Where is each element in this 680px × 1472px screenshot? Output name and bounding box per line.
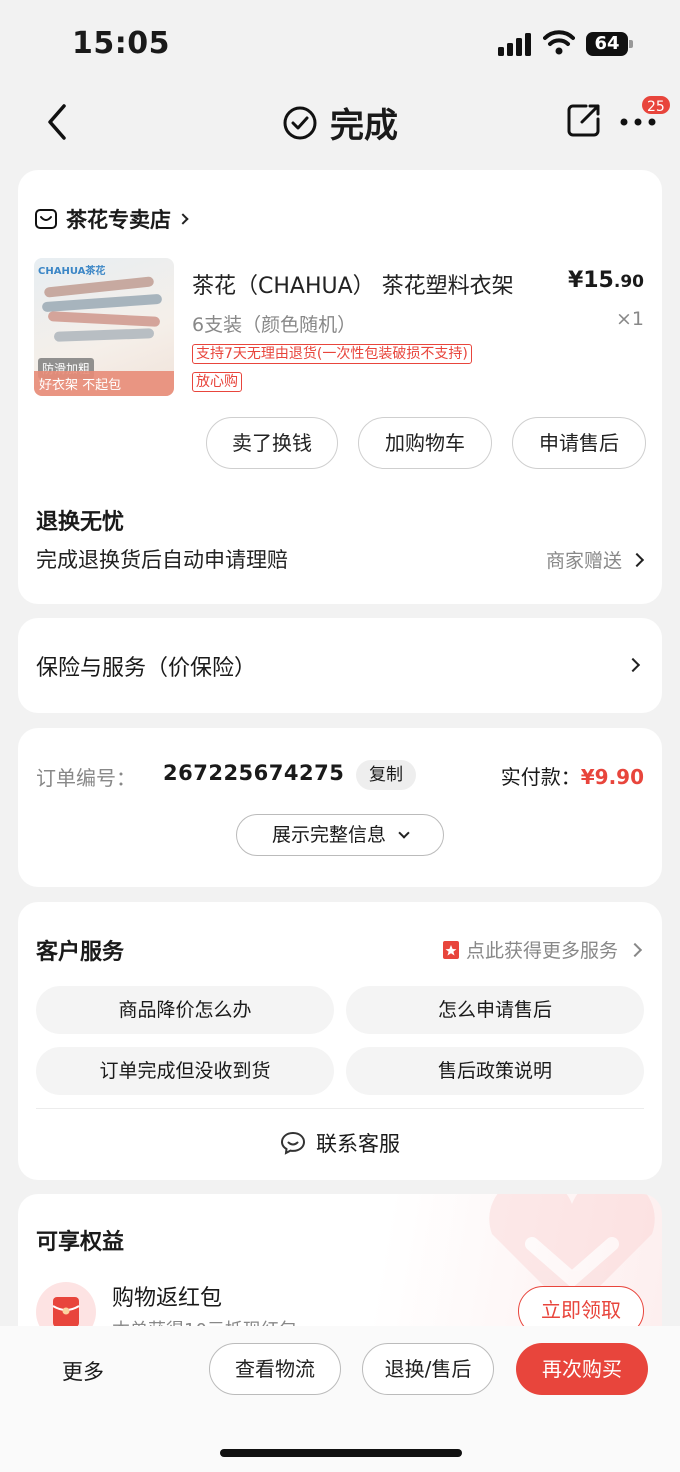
order-info-card: 订单编号： 267225674275 复制 实付款：¥9.90 展示完整信息 [18, 728, 662, 887]
check-circle-icon [283, 106, 317, 139]
contact-service-button[interactable]: 联系客服 [18, 1128, 662, 1159]
more-services-link[interactable]: 点此获得更多服务 [442, 936, 643, 963]
worry-free-desc: 完成退换货后自动申请理赔 [36, 548, 288, 572]
customer-service-title: 客户服务 [36, 940, 125, 965]
red-packet-title: 购物返红包 [112, 1286, 223, 1311]
chat-icon [280, 1131, 306, 1155]
divider [36, 1108, 644, 1109]
add-cart-button[interactable]: 加购物车 [358, 417, 492, 469]
store-icon [35, 209, 57, 229]
worry-free-link[interactable]: 商家赠送 [546, 546, 645, 573]
chevron-down-icon [398, 827, 410, 839]
chevron-right-icon [629, 552, 645, 567]
share-icon[interactable] [566, 102, 602, 138]
benefits-title: 可享权益 [36, 1230, 125, 1255]
service-badge-icon [442, 940, 459, 959]
notification-badge: 25 [640, 94, 672, 116]
order-number-label: 订单编号： [36, 766, 136, 790]
product-spec: 6支装（颜色随机） [192, 314, 357, 336]
sell-button[interactable]: 卖了换钱 [206, 417, 338, 469]
faq-not-received[interactable]: 订单完成但没收到货 [36, 1047, 334, 1095]
paid-amount: 实付款：¥9.90 [500, 765, 644, 789]
image-brand: CHAHUA茶花 [38, 266, 106, 277]
status-time: 15:05 [72, 26, 170, 61]
battery-tip [629, 40, 633, 48]
nav-bar: 完成 [0, 88, 680, 158]
return-after-sale-button[interactable]: 退换/售后 [362, 1343, 494, 1395]
chevron-right-icon [625, 657, 641, 673]
copy-button[interactable]: 复制 [356, 760, 416, 790]
wifi-icon [543, 30, 575, 55]
chevron-right-icon [627, 942, 643, 957]
assurance-tag: 放心购 [192, 372, 242, 392]
cellular-signal-icon [498, 32, 532, 56]
insurance-row[interactable]: 保险与服务（价保险） [18, 618, 662, 713]
product-title[interactable]: 茶花（CHAHUA） 茶花塑料衣架 [192, 268, 514, 300]
battery-icon: 64 [586, 32, 628, 56]
order-item-card: 茶花专卖店 CHAHUA茶花 防滑加粗 好衣架 不起包 茶花（CHAHUA） 茶… [18, 170, 662, 604]
customer-service-card: 客户服务 点此获得更多服务 商品降价怎么办 怎么申请售后 订单完成但没收到货 售… [18, 902, 662, 1180]
product-image[interactable]: CHAHUA茶花 防滑加粗 好衣架 不起包 [34, 258, 174, 396]
faq-price-drop[interactable]: 商品降价怎么办 [36, 986, 334, 1034]
more-link[interactable]: 更多 [62, 1356, 104, 1386]
return-policy-tag: 支持7天无理由退货(一次性包装破损不支持) [192, 344, 472, 364]
store-name: 茶花专卖店 [66, 208, 171, 232]
after-sale-button[interactable]: 申请售后 [512, 417, 646, 469]
store-link[interactable]: 茶花专卖店 [34, 204, 189, 234]
expand-info-button[interactable]: 展示完整信息 [236, 814, 444, 856]
faq-policy[interactable]: 售后政策说明 [346, 1047, 644, 1095]
product-price: ¥15.90 [567, 268, 644, 293]
insurance-label: 保险与服务（价保险） [36, 656, 257, 681]
chevron-right-icon [177, 213, 189, 225]
status-bar: 15:05 64 [0, 0, 680, 88]
home-indicator [220, 1449, 462, 1457]
faq-after-sale[interactable]: 怎么申请售后 [346, 986, 644, 1034]
worry-free-title: 退换无忧 [36, 510, 125, 535]
page-title: 完成 [330, 106, 398, 146]
order-number: 267225674275 [163, 761, 345, 785]
product-qty: ×1 [615, 308, 644, 330]
buy-again-button[interactable]: 再次购买 [516, 1343, 648, 1395]
image-banner: 好衣架 不起包 [34, 371, 174, 396]
view-logistics-button[interactable]: 查看物流 [209, 1343, 341, 1395]
